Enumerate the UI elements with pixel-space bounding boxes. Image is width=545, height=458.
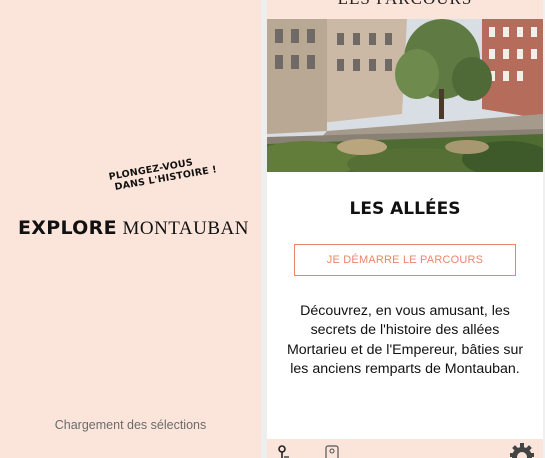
tour-description: Découvrez, en vous amusant, les secrets … [286, 303, 524, 378]
app-logo: EXPLORE MONTAUBAN [18, 217, 249, 240]
header-title: LES PARCOURS [267, 0, 543, 9]
start-tour-button[interactable]: JE DÉMARRE LE PARCOURS [294, 244, 516, 276]
map-pin-icon[interactable] [277, 445, 291, 458]
tour-photo [267, 19, 543, 172]
logo-word-montauban: MONTAUBAN [122, 218, 249, 239]
splash-screen: PLONGEZ-VOUS DANS L'HISTOIRE ! EXPLORE M… [0, 0, 261, 458]
detail-header: LES PARCOURS [267, 0, 543, 19]
bottom-tab-bar [267, 439, 543, 458]
tagline: PLONGEZ-VOUS DANS L'HISTOIRE ! [108, 151, 230, 194]
bookmark-icon[interactable] [325, 445, 339, 458]
settings-gear-icon[interactable] [509, 443, 535, 458]
tour-title: LES ALLÉES [349, 199, 461, 219]
logo-word-explore: EXPLORE [18, 217, 117, 239]
tour-detail-screen: LES PARCOURS [267, 0, 543, 458]
loading-status: Chargement des sélections [54, 418, 207, 432]
